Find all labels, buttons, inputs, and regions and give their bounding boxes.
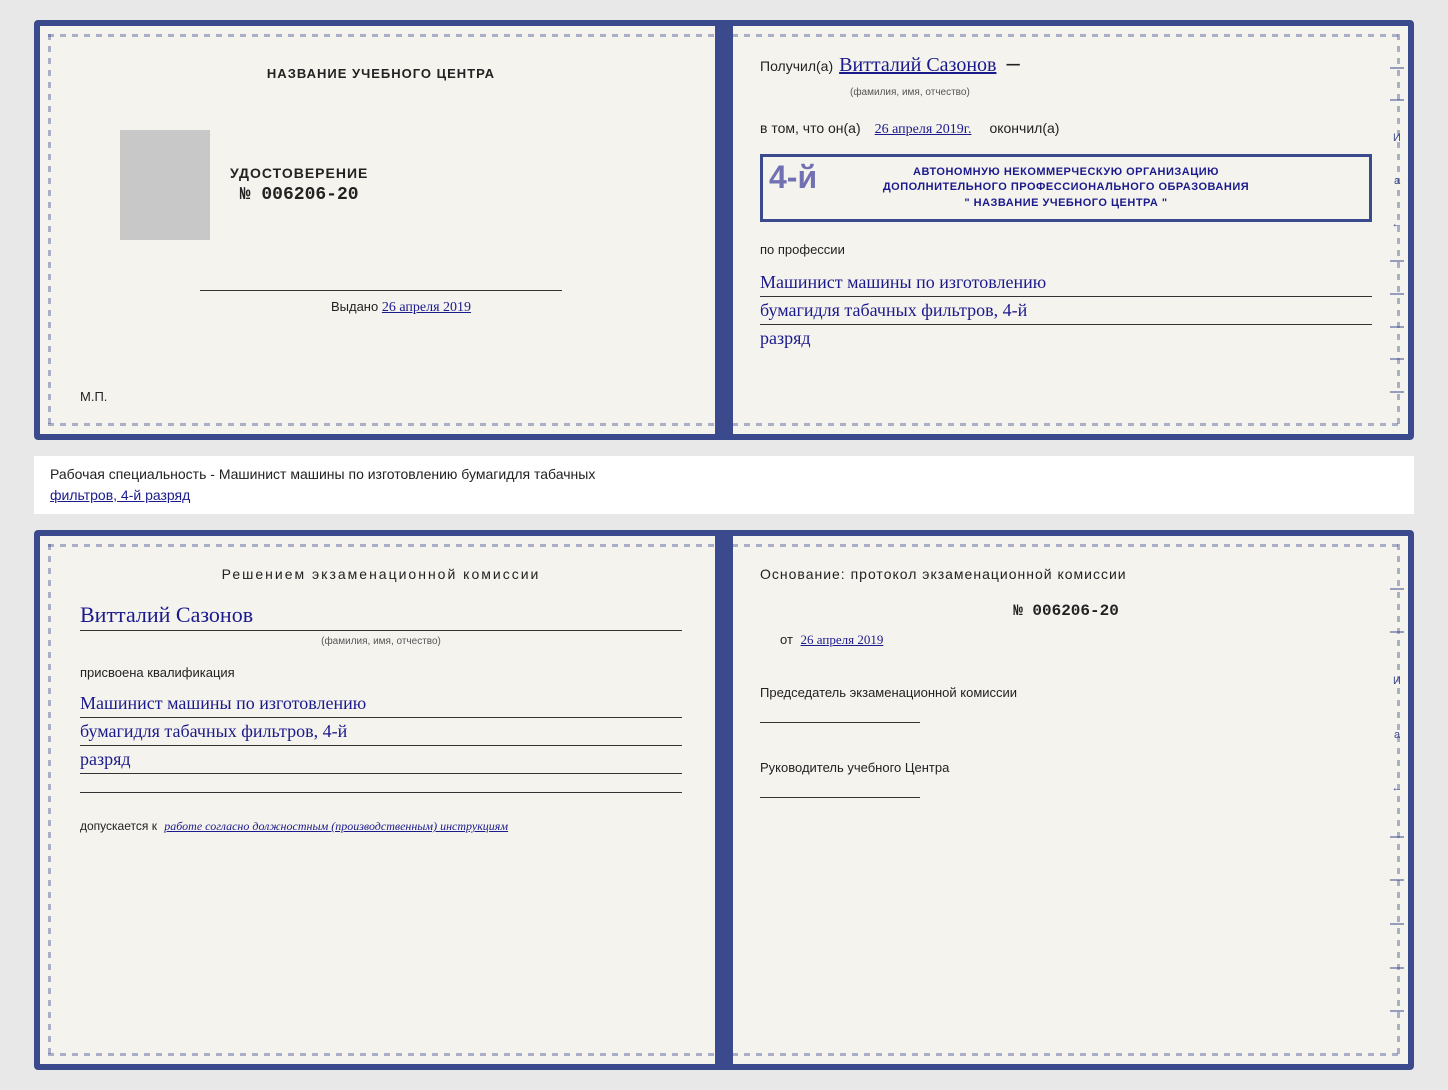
vtom-date: 26 апреля 2019г. xyxy=(875,122,972,138)
between-text-prefix: Рабочая специальность - Машинист машины … xyxy=(50,466,595,482)
cert-bottom-right-page: Основание: протокол экзаменационной коми… xyxy=(724,536,1408,1064)
deco-label-arrow: ← xyxy=(1392,218,1403,230)
resheniem-title: Решением экзаменационной комиссии xyxy=(80,566,682,582)
between-text-underlined: фильтров, 4-й разряд xyxy=(50,487,190,503)
bottom-certificate: Решением экзаменационной комиссии Виттал… xyxy=(34,530,1414,1070)
deco-b-line-2 xyxy=(1390,631,1404,633)
deco-b-label-i: И xyxy=(1393,675,1401,687)
border-deco-left-b xyxy=(48,544,51,1056)
predsedatel-block: Председатель экзаменационной комиссии xyxy=(760,684,1372,723)
rukovoditel-signature xyxy=(760,797,920,798)
prisvoena-label: присвоена квалификация xyxy=(80,665,682,680)
rukovoditel-block: Руководитель учебного Центра xyxy=(760,759,1372,798)
fio-top: Витталий Сазонов xyxy=(839,54,996,77)
ot-line: от 26 апреля 2019 xyxy=(780,632,1372,648)
deco-label-a: а xyxy=(1394,175,1400,187)
profession-block-bottom: Машинист машины по изготовлению бумагидл… xyxy=(80,690,682,774)
deco-line-2 xyxy=(1390,99,1404,101)
profession-line1-bottom: Машинист машины по изготовлению xyxy=(80,690,682,718)
protokol-num: № 006206-20 xyxy=(760,602,1372,620)
cert-bottom-left-page: Решением экзаменационной комиссии Виттал… xyxy=(40,536,724,1064)
vtom-line: в том, что он(а) 26 апреля 2019г. окончи… xyxy=(760,120,1372,138)
udost-num: № 006206-20 xyxy=(230,185,368,205)
side-deco-right-bottom: И а ← xyxy=(1386,536,1408,1064)
between-label: Рабочая специальность - Машинист машины … xyxy=(34,456,1414,514)
deco-b-label-arrow: ← xyxy=(1392,782,1403,794)
mp-label: М.П. xyxy=(80,389,107,404)
predsedatel-title: Председатель экзаменационной комиссии xyxy=(760,684,1372,702)
stamp-line2: ДОПОЛНИТЕЛЬНОГО ПРОФЕССИОНАЛЬНОГО ОБРАЗО… xyxy=(775,180,1357,195)
ot-label: от xyxy=(780,632,793,647)
fio-block-bottom: Витталий Сазонов (фамилия, имя, отчество… xyxy=(80,602,682,649)
vydano-label: Выдано xyxy=(331,299,378,314)
photo-placeholder xyxy=(120,130,210,240)
deco-line-4 xyxy=(1390,293,1404,295)
dopuskaetsya-block: допускается к работе согласно должностны… xyxy=(80,819,682,834)
deco-b-line-1 xyxy=(1390,588,1404,590)
udost-title: УДОСТОВЕРЕНИЕ xyxy=(230,165,368,181)
cert-top-left-page: НАЗВАНИЕ УЧЕБНОГО ЦЕНТРА УДОСТОВЕРЕНИЕ №… xyxy=(40,26,724,434)
profession-line2-top: бумагидля табачных фильтров, 4-й xyxy=(760,297,1372,325)
deco-b-line-4 xyxy=(1390,879,1404,881)
profession-block-top: Машинист машины по изготовлению бумагидл… xyxy=(760,269,1372,352)
deco-b-line-3 xyxy=(1390,836,1404,838)
deco-b-label-a: а xyxy=(1394,729,1400,741)
udost-block: УДОСТОВЕРЕНИЕ № 006206-20 xyxy=(230,165,368,205)
deco-line-3 xyxy=(1390,260,1404,262)
учебный-центр-title: НАЗВАНИЕ УЧЕБНОГО ЦЕНТРА xyxy=(267,66,495,81)
deco-line-7 xyxy=(1390,391,1404,393)
poluchil-line: Получил(а) Витталий Сазонов – xyxy=(760,50,1372,78)
stamp-num-big: 4-й xyxy=(769,159,817,196)
top-certificate: НАЗВАНИЕ УЧЕБНОГО ЦЕНТРА УДОСТОВЕРЕНИЕ №… xyxy=(34,20,1414,440)
dash1: – xyxy=(1006,50,1019,78)
ot-date: 26 апреля 2019 xyxy=(801,632,884,647)
profession-line1-top: Машинист машины по изготовлению xyxy=(760,269,1372,297)
po-professii-label: по профессии xyxy=(760,242,1372,257)
profession-line3-bottom: разряд xyxy=(80,746,682,774)
deco-label-i: И xyxy=(1393,132,1401,144)
stamp-line3: " НАЗВАНИЕ УЧЕБНОГО ЦЕНТРА " xyxy=(775,196,1357,211)
vydano-date: 26 апреля 2019 xyxy=(382,300,471,315)
okonchil-label: окончил(а) xyxy=(989,120,1059,136)
osnovanie-title: Основание: протокол экзаменационной коми… xyxy=(760,566,1372,582)
deco-b-line-5 xyxy=(1390,923,1404,925)
deco-b-line-7 xyxy=(1390,1010,1404,1012)
deco-line-1 xyxy=(1390,67,1404,69)
fio-subtitle-top: (фамилия, имя, отчество) xyxy=(850,87,970,98)
fio-subtitle-bottom: (фамилия, имя, отчество) xyxy=(321,636,441,647)
stamp-line1: АВТОНОМНУЮ НЕКОММЕРЧЕСКУЮ ОРГАНИЗАЦИЮ xyxy=(775,165,1357,180)
fio-bottom: Витталий Сазонов xyxy=(80,602,682,631)
side-deco-right-top: И а ← xyxy=(1386,26,1408,434)
profession-line2-bottom: бумагидля табачных фильтров, 4-й xyxy=(80,718,682,746)
vtom-label: в том, что он(а) xyxy=(760,120,861,136)
stamp-box: 4-й АВТОНОМНУЮ НЕКОММЕРЧЕСКУЮ ОРГАНИЗАЦИ… xyxy=(760,154,1372,222)
deco-line-6 xyxy=(1390,358,1404,360)
deco-b-line-6 xyxy=(1390,967,1404,969)
dopuskaetsya-value: работе согласно должностным (производств… xyxy=(164,819,508,833)
vydano-line: Выдано 26 апреля 2019 xyxy=(120,299,682,316)
predsedatel-signature xyxy=(760,722,920,723)
dopuskaetsya-label: допускается к xyxy=(80,819,157,833)
cert-top-right-page: Получил(а) Витталий Сазонов – (фамилия, … xyxy=(724,26,1408,434)
rukovoditel-title: Руководитель учебного Центра xyxy=(760,759,1372,777)
deco-line-5 xyxy=(1390,326,1404,328)
profession-line3-top: разряд xyxy=(760,325,1372,352)
poluchil-label: Получил(а) xyxy=(760,58,833,74)
